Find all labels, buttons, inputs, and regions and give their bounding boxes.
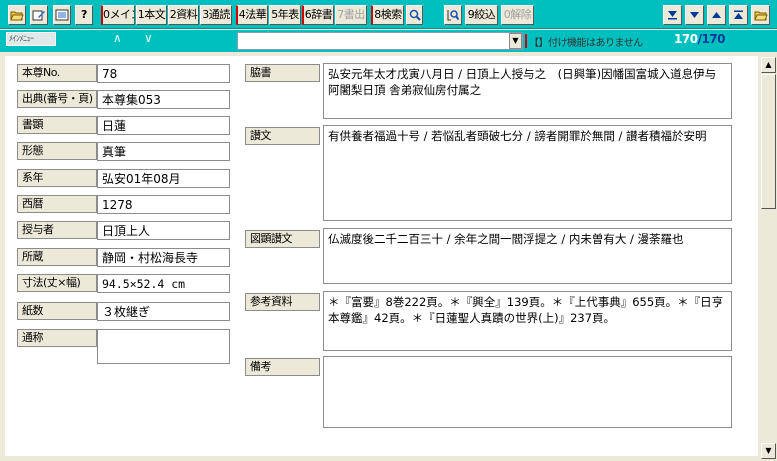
open-folder-icon[interactable]: [8, 5, 26, 25]
current-record-number: 170: [674, 32, 698, 46]
field-common-name[interactable]: [97, 329, 230, 364]
navigation-bar: ﾒｲﾝﾒﾆｭｰ ∧ ∨ ▼ 【】付け機能はありません 170/170: [0, 30, 777, 52]
label-praise-text: 讃文: [245, 127, 320, 145]
label-dimensions: 寸法(丈×幅): [17, 274, 97, 292]
last-record-button[interactable]: [663, 5, 682, 25]
label-era-year: 系年: [17, 169, 97, 187]
label-author: 書顕: [17, 116, 97, 134]
search-combo-input[interactable]: [237, 32, 523, 50]
open-folder-icon[interactable]: [751, 5, 770, 25]
field-honzon-no[interactable]: 78: [97, 64, 230, 83]
kaijo-button[interactable]: 0解除: [501, 5, 534, 25]
label-western-year: 西暦: [17, 195, 97, 213]
bookmark-status-text: 【】付け機能はありません: [529, 38, 643, 49]
label-recipient: 授与者: [17, 221, 97, 239]
label-notes: 備考: [245, 358, 320, 376]
toolbar: ? 0メイン 1本文 2資料 3通読 4法華 5年表 6辞書 7書出 8検索 9…: [0, 0, 777, 29]
search-magnifier-icon[interactable]: [406, 5, 423, 25]
prev-record-button[interactable]: [707, 5, 726, 25]
main-button[interactable]: 0メイン: [101, 5, 135, 25]
help-icon[interactable]: ?: [75, 5, 93, 25]
record-counter: 170/170: [674, 32, 726, 46]
combo-dropdown-arrow-icon[interactable]: ▼: [509, 33, 522, 49]
scroll-down-arrow-icon[interactable]: ▼: [761, 443, 776, 459]
field-sheet-count[interactable]: ３枚継ぎ: [97, 302, 230, 321]
label-side-inscription: 脇書: [245, 64, 320, 82]
edit-record-icon[interactable]: [30, 5, 48, 25]
label-form: 形態: [17, 142, 97, 160]
field-source[interactable]: 本尊集053: [97, 90, 230, 109]
kakidashi-button[interactable]: 7書出: [335, 5, 367, 25]
nenpyo-button[interactable]: 5年表: [269, 5, 301, 25]
main-menu-tab[interactable]: ﾒｲﾝﾒﾆｭｰ: [6, 32, 56, 46]
bookmark-separator: [525, 34, 527, 48]
field-manifestation-praise[interactable]: 仏滅度後二千二百三十 / 余年之間一閻浮提之 / 内未曽有大 / 漫荼羅也: [323, 228, 732, 284]
honbun-button[interactable]: 1本文: [136, 5, 167, 25]
field-references[interactable]: ＊『富要』8巻222頁。＊『興全』139頁。＊『上代事典』655頁。＊『日亨本尊…: [323, 291, 732, 351]
field-author[interactable]: 日蓮: [97, 116, 230, 135]
filter-search-icon[interactable]: [444, 5, 462, 25]
jisho-button[interactable]: 6辞書: [302, 5, 334, 25]
scroll-down-chevron-icon[interactable]: ∨: [144, 31, 153, 45]
label-source: 出典(番号・頁): [17, 90, 97, 108]
label-common-name: 通称: [17, 329, 97, 347]
field-praise-text[interactable]: 有供養者福過十号 / 若悩乱者頭破七分 / 謗者開罪於無間 / 讃者積福於安明: [323, 125, 732, 221]
scroll-up-arrow-icon[interactable]: ▲: [761, 57, 776, 73]
scroll-up-chevron-icon[interactable]: ∧: [113, 31, 122, 45]
next-record-button[interactable]: [685, 5, 704, 25]
hokke-button[interactable]: 4法華: [236, 5, 268, 25]
total-record-count: /170: [697, 32, 726, 46]
list-icon[interactable]: [53, 5, 71, 25]
first-record-button[interactable]: [729, 5, 748, 25]
field-western-year[interactable]: 1278: [97, 195, 230, 214]
field-dimensions[interactable]: 94.5×52.4 cm: [97, 274, 230, 293]
tsuudoku-button[interactable]: 3通読: [200, 5, 232, 25]
label-references: 参考資料: [245, 293, 320, 311]
shiryo-button[interactable]: 2資料: [168, 5, 199, 25]
field-side-inscription[interactable]: 弘安元年太才戊寅八月日 / 日頂上人授与之 (日興筆)因幡国富城入道息伊与阿闍梨…: [323, 63, 732, 119]
kensaku-button[interactable]: 8検索: [371, 5, 404, 25]
record-detail-panel: 本尊No. 78 出典(番号・頁) 本尊集053 書顕 日蓮 形態 真筆 系年 …: [5, 56, 758, 456]
field-recipient[interactable]: 日頂上人: [97, 221, 230, 240]
scrollbar-thumb[interactable]: [761, 74, 776, 209]
label-collection: 所蔵: [17, 248, 97, 266]
label-manifestation-praise: 図顕讃文: [245, 230, 320, 248]
field-form[interactable]: 真筆: [97, 142, 230, 161]
shiborikomi-button[interactable]: 9絞込: [465, 5, 498, 25]
vertical-scrollbar[interactable]: ▲ ▼: [760, 56, 777, 461]
label-sheet-count: 紙数: [17, 302, 97, 320]
field-era-year[interactable]: 弘安01年08月: [97, 169, 230, 188]
field-notes[interactable]: [323, 356, 732, 428]
field-collection[interactable]: 静岡・村松海長寺: [97, 248, 230, 267]
label-honzon-no: 本尊No.: [17, 64, 97, 82]
